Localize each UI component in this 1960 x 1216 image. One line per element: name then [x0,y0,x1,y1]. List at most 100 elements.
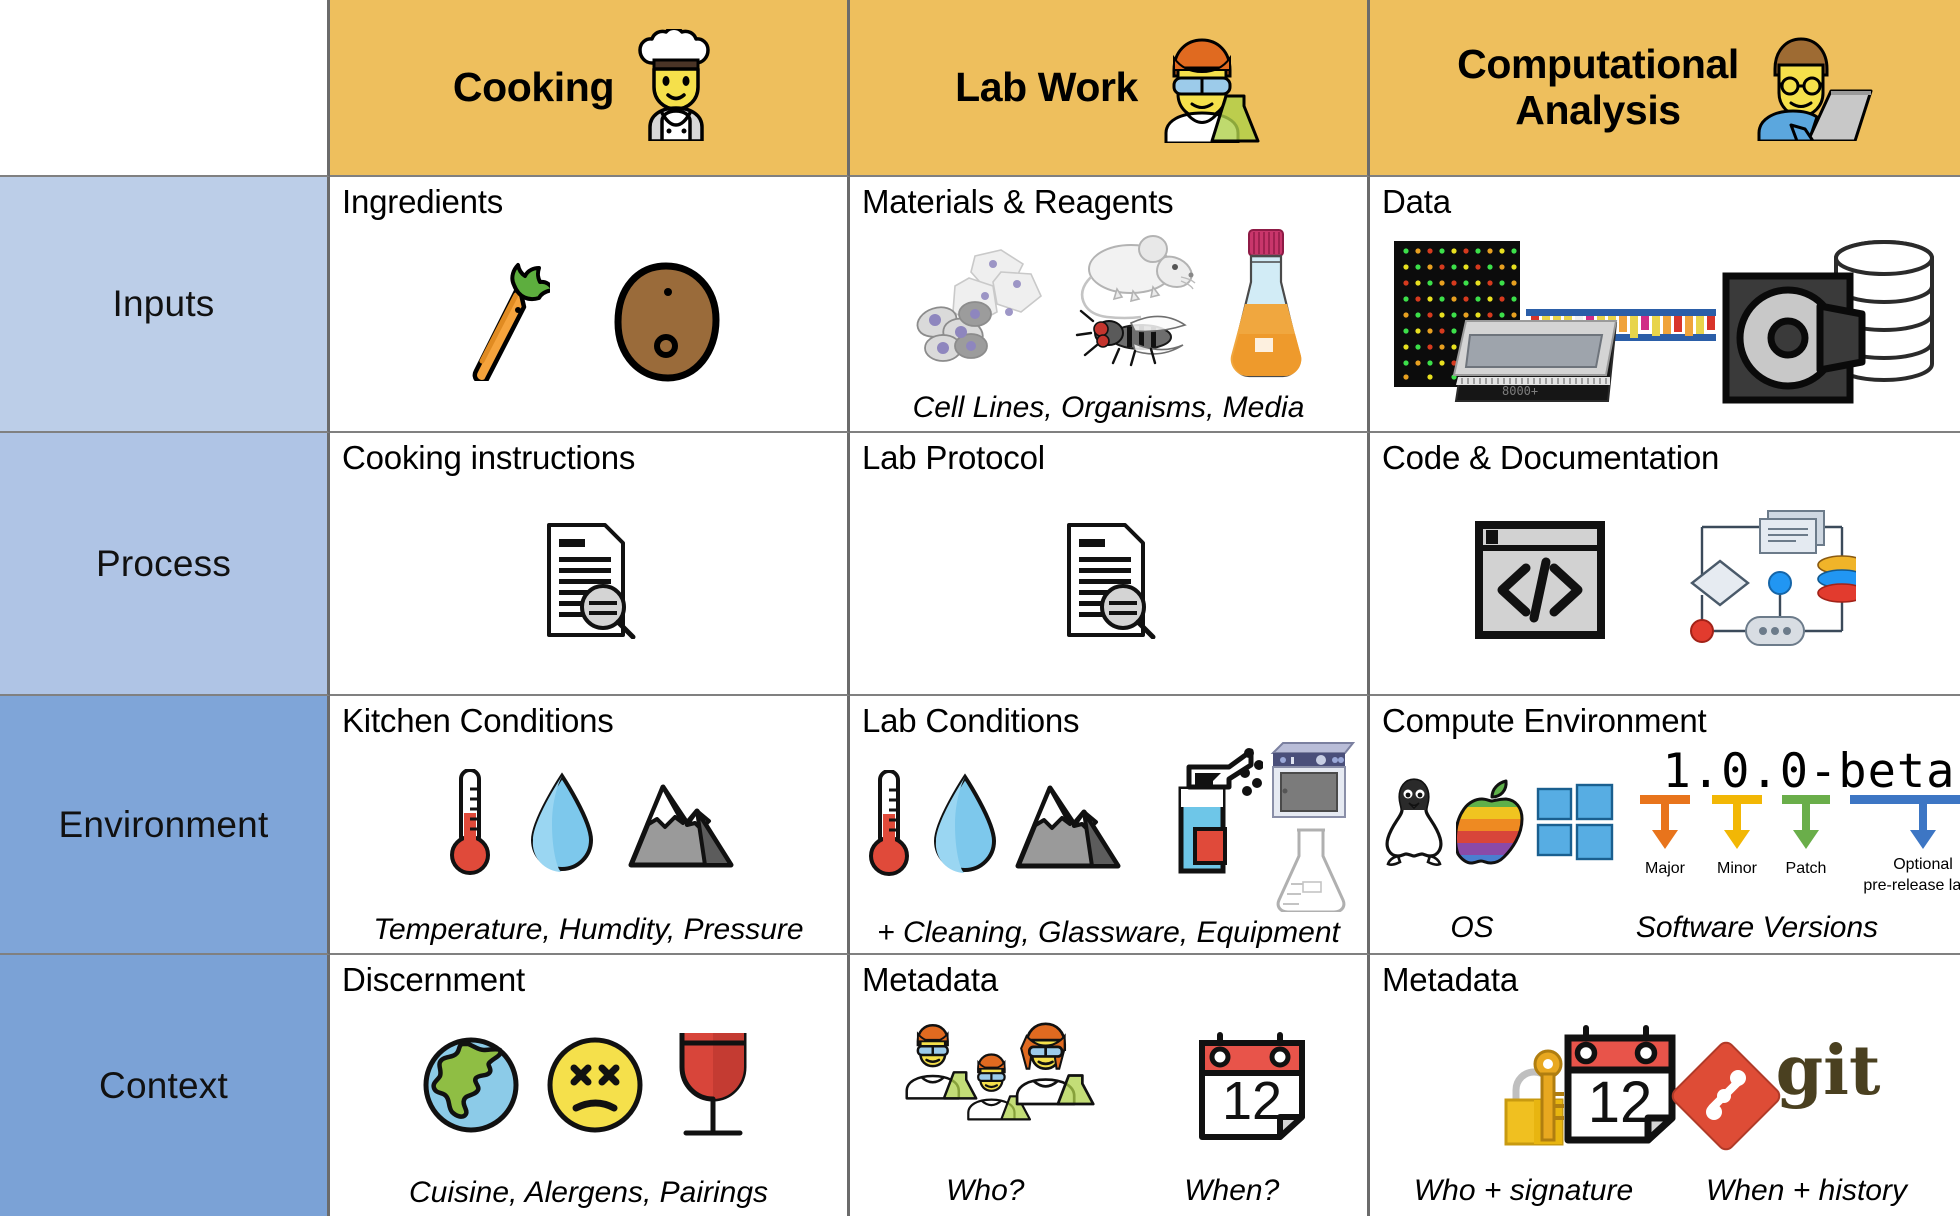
column-header-label: Computational Analysis [1457,40,1739,133]
windows-logo-icon [1536,783,1614,866]
cell-inputs-labwork: Materials & Reagents Cell Lines, Organis… [850,177,1370,433]
cell-artwork [1382,476,1948,690]
calendar-icon: 12 [1196,1025,1314,1146]
scientist-figure-1 [905,1024,978,1100]
incubator-icon [1267,739,1356,824]
svg-text:Optional: Optional [1893,856,1953,873]
code-window-icon [1474,520,1606,645]
cell-title: Metadata [862,961,998,998]
spray-bottle-icon [1167,739,1264,884]
semver-version-text: 1.0.0-beta [1663,745,1956,799]
cell-context-cooking: Discernment Cuisine, Alergens, Pairings [330,955,850,1216]
cell-process-compute: Code & Documentation [1370,433,1960,696]
row-label-environment: Environment [0,696,330,955]
git-wordmark: git [1776,1031,1881,1111]
disk-database-group [1720,236,1940,411]
cell-artwork: 12 [862,998,1355,1174]
row-label-text: Inputs [112,283,215,324]
semver-arrow-major: Major [1640,794,1690,877]
apple-logo-icon [1454,779,1526,870]
cell-caption-when: When? [1184,1174,1280,1207]
workflow-diagram-icon [1676,505,1867,660]
cell-title: Discernment [342,961,526,998]
document-magnifier-icon [541,521,637,644]
conditions-group [862,769,1122,885]
wine-glass-icon [670,1029,756,1146]
cell-artwork [342,476,835,690]
row-label-process: Process [0,433,330,696]
cell-artwork [862,476,1355,690]
cell-artwork: 12 [1382,998,1948,1174]
mountain-icon [1014,778,1122,877]
cell-artwork [862,739,1356,917]
scientist-emoji-icon [1152,28,1262,148]
cell-context-compute: Metadata 12 git Who + signature When + h… [1370,955,1960,1216]
row-label-inputs: Inputs [0,177,330,433]
column-header-cooking: Cooking [330,0,850,177]
potato-icon [610,260,722,387]
mouse-icon [1080,235,1195,320]
cell-title: Code & Documentation [1382,439,1720,476]
os-logos-group [1382,776,1614,873]
cell-culture-icon [913,238,1063,373]
cell-caption: Cell Lines, Organisms, Media [912,390,1305,424]
cell-caption: Temperature, Humdity, Pressure [373,912,804,946]
semver-arrow-patch: Patch [1782,794,1830,877]
column-header-label: Cooking [452,63,615,110]
technologist-emoji-icon [1753,29,1873,146]
thermometer-icon [443,767,497,884]
cell-inputs-cooking: Ingredients [330,177,850,433]
calendar-day-number: 12 [1588,1070,1653,1135]
cell-title: Metadata [1382,961,1518,998]
calendar-icon: 12 [1564,1024,1676,1144]
svg-text:Major: Major [1645,860,1686,877]
cell-caption-who-signature: Who + signature [1413,1174,1634,1207]
cell-artwork [342,998,835,1177]
column-header-computational-analysis: Computational Analysis [1370,0,1960,177]
cell-title: Materials & Reagents [862,183,1174,220]
cell-title: Data [1382,183,1451,220]
lock-calendar-git-group: 12 git [1440,1016,1890,1156]
sequencer-icon: 8000+ [1452,319,1618,402]
cell-environment-cooking: Kitchen Conditions Temperature, Humdity,… [330,696,850,955]
cell-caption-who: Who? [946,1174,1025,1207]
cell-artwork [862,220,1355,392]
cell-inputs-compute: Data 8000+ [1370,177,1960,433]
scientists-group-icon [903,1019,1113,1152]
cell-caption-os: OS [1450,911,1494,944]
cell-captions: Who? When? [862,1174,1355,1212]
cell-caption: Cuisine, Alergens, Pairings [408,1175,769,1209]
semver-arrow-prerelease: Optional pre-release label [1850,794,1960,894]
comparison-table: Cooking Lab Work Computational Analysis … [0,0,1960,1216]
svg-text:pre-release label: pre-release label [1863,877,1960,894]
linux-penguin-icon [1382,776,1446,873]
cell-artwork [342,220,835,427]
globe-icon [422,1036,520,1139]
cell-caption-when-history: When + history [1706,1174,1907,1207]
cell-caption: + Cleaning, Glassware, Equipment [877,915,1340,949]
row-label-text: Environment [58,803,269,845]
semver-diagram: 1.0.0-beta Major Minor Patch Optional pr… [1614,744,1960,905]
disk-drive-icon [1722,272,1866,404]
calendar-day-number: 12 [1222,1071,1282,1131]
cell-artwork: 8000+ [1382,220,1948,427]
lock-key-icon [1504,1049,1564,1146]
svg-text:8000+: 8000+ [1502,384,1538,398]
cell-title: Compute Environment [1382,702,1707,739]
cell-process-cooking: Cooking instructions [330,433,850,696]
water-drop-icon [527,771,597,881]
document-magnifier-icon [1061,521,1157,644]
git-logo-icon [1671,1041,1781,1151]
row-label-context: Context [0,955,330,1216]
row-label-text: Process [95,542,232,584]
thermometer-icon [862,769,916,885]
row-label-text: Context [99,1064,228,1106]
cell-title: Cooking instructions [342,439,636,476]
cell-captions: Who + signature When + history [1382,1174,1948,1212]
cell-title: Lab Protocol [862,439,1045,476]
erlenmeyer-flask-icon [1269,826,1353,917]
cell-environment-compute: Compute Environment 1.0.0-beta Major Min… [1370,696,1960,955]
microarray-sequencer-group: 8000+ [1390,231,1720,416]
cell-process-labwork: Lab Protocol [850,433,1370,696]
svg-text:Minor: Minor [1717,860,1758,877]
